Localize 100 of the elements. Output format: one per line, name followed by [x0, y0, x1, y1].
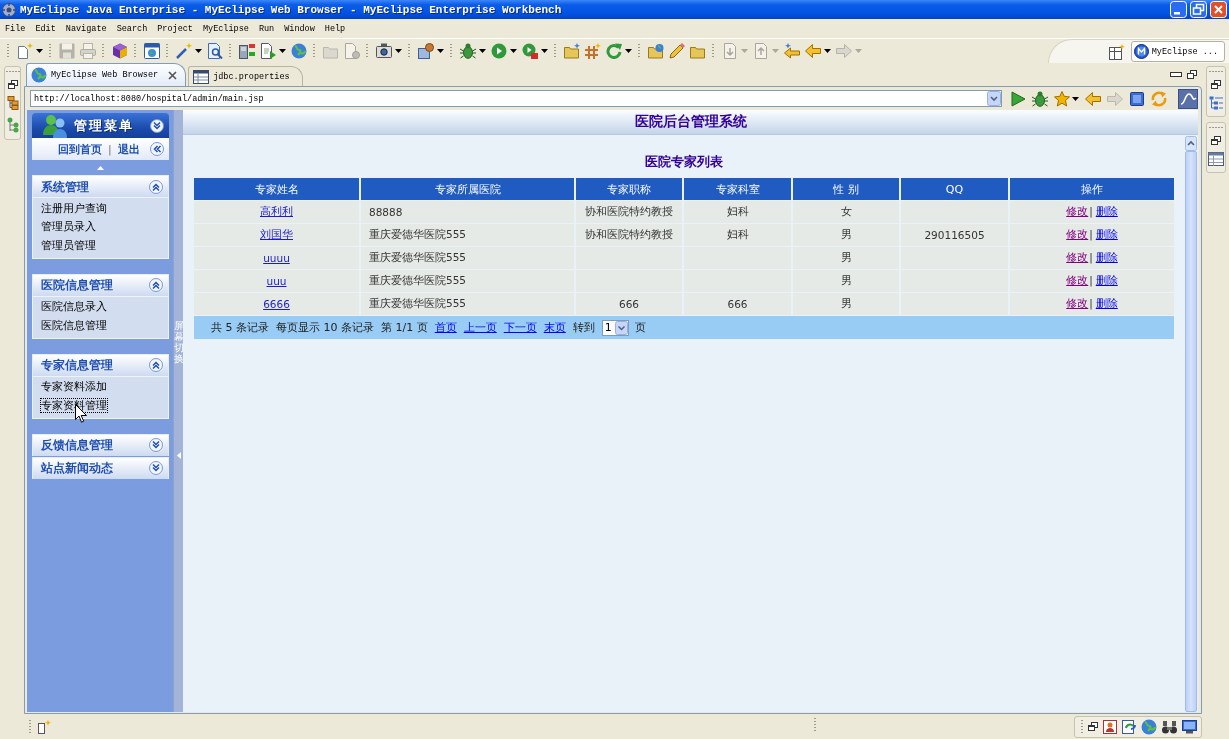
globe-icon[interactable]	[1141, 718, 1157, 735]
open-perspective-icon[interactable]	[1108, 43, 1125, 60]
app-icon[interactable]	[2, 2, 16, 17]
editor-tab[interactable]: jdbc.properties	[188, 66, 303, 86]
page-star-icon[interactable]	[37, 719, 51, 734]
menu-item[interactable]: Run	[253, 23, 280, 34]
delete-link[interactable]: 删除	[1095, 228, 1118, 240]
back-icon[interactable]	[1085, 90, 1101, 107]
menu-item[interactable]: Navigate	[60, 23, 112, 34]
caret-icon[interactable]	[625, 49, 632, 53]
pencil-icon[interactable]	[669, 43, 685, 59]
perspective-button[interactable]: MyEclipse ...	[1130, 41, 1225, 62]
pager-link[interactable]: 上一页	[463, 321, 497, 334]
home-link[interactable]: 回到首页	[58, 141, 102, 157]
play-icon[interactable]	[1010, 90, 1026, 107]
delete-link[interactable]: 删除	[1095, 205, 1118, 217]
restore-icon[interactable]	[1211, 80, 1221, 89]
bug-icon[interactable]	[1032, 90, 1048, 107]
expert-name-link[interactable]: 高利利	[260, 205, 293, 217]
folder-globe-icon[interactable]	[648, 43, 664, 59]
pager-link[interactable]: 末页	[543, 321, 566, 334]
caret-icon[interactable]	[395, 49, 402, 53]
double-chevron-up-icon[interactable]	[149, 179, 163, 194]
new-page-icon[interactable]	[17, 43, 33, 59]
menu-item[interactable]: 管理员录入	[41, 220, 96, 234]
star-icon[interactable]	[1054, 90, 1070, 107]
edit-link[interactable]: 修改	[1066, 205, 1089, 217]
person-card-icon[interactable]	[1103, 719, 1117, 734]
caret-icon[interactable]	[510, 49, 517, 53]
double-chevron-down-icon[interactable]	[150, 118, 164, 133]
double-chevron-left-icon[interactable]	[150, 142, 164, 156]
edit-link[interactable]: 修改	[1066, 228, 1089, 240]
menu-item[interactable]: File	[0, 23, 31, 34]
menu-item[interactable]: 注册用户查询	[41, 201, 107, 215]
cube-icon[interactable]	[112, 43, 128, 59]
close-icon[interactable]	[168, 70, 178, 80]
double-chevron-down-icon[interactable]	[149, 461, 163, 475]
menu-group-header[interactable]: 站点新闻动态	[32, 456, 169, 479]
restore-icon[interactable]	[1211, 136, 1221, 145]
delete-link[interactable]: 删除	[1095, 297, 1118, 309]
stop-icon[interactable]	[1129, 90, 1145, 107]
page-arrow-icon[interactable]	[260, 43, 276, 59]
double-chevron-down-icon[interactable]	[149, 438, 163, 452]
double-chevron-up-icon[interactable]	[149, 278, 163, 292]
editor-tab[interactable]: MyEclipse Web Browser	[26, 63, 187, 86]
wand-icon[interactable]	[176, 43, 192, 59]
back-icon[interactable]	[805, 43, 821, 59]
caret-icon[interactable]	[479, 49, 486, 53]
menu-item[interactable]: 管理员管理	[41, 238, 96, 252]
minimize-icon[interactable]	[1170, 72, 1182, 77]
dropdown-icon[interactable]	[987, 91, 1001, 106]
delete-link[interactable]: 删除	[1095, 251, 1118, 263]
delete-link[interactable]: 删除	[1095, 274, 1118, 286]
menu-group-header[interactable]: 系统管理	[32, 175, 169, 197]
pager-link[interactable]: 首页	[434, 321, 457, 334]
caret-icon[interactable]	[541, 49, 548, 53]
caret-icon[interactable]	[824, 49, 831, 53]
binoculars-icon[interactable]	[1162, 719, 1177, 734]
restore-icon[interactable]	[1088, 722, 1098, 731]
package-icon[interactable]	[418, 43, 434, 59]
menu-item[interactable]: MyEclipse	[197, 23, 254, 34]
expert-name-link[interactable]: uuuu	[263, 252, 290, 264]
edit-link[interactable]: 修改	[1066, 297, 1089, 309]
dropdown-icon[interactable]	[614, 320, 628, 335]
grid-icon[interactable]	[585, 43, 601, 59]
edit-link[interactable]: 修改	[1066, 274, 1089, 286]
run-tool-icon[interactable]	[522, 43, 538, 59]
tree-icon[interactable]	[6, 117, 19, 133]
edit-link[interactable]: 修改	[1066, 251, 1089, 263]
scroll-up-icon[interactable]	[1185, 136, 1197, 151]
caret-icon[interactable]	[1072, 96, 1079, 101]
caret-icon[interactable]	[36, 49, 43, 53]
scrollbar-thumb[interactable]	[1185, 151, 1197, 712]
maximize-icon[interactable]	[1187, 70, 1197, 79]
caret-icon[interactable]	[279, 49, 286, 53]
bug-icon[interactable]	[460, 43, 476, 59]
page-search-icon[interactable]	[207, 43, 223, 59]
menu-item[interactable]: 医院信息录入	[41, 300, 107, 314]
caret-icon[interactable]	[437, 49, 444, 53]
menu-group-header[interactable]: 医院信息管理	[32, 273, 169, 296]
menu-item[interactable]: 专家资料添加	[41, 380, 107, 394]
menu-group-header[interactable]: 反馈信息管理	[32, 433, 169, 456]
menu-item[interactable]: Project	[152, 23, 198, 34]
hierarchy-icon[interactable]	[6, 96, 19, 110]
menu-item[interactable]: 医院信息管理	[41, 318, 107, 332]
page-select[interactable]: 1	[601, 319, 629, 336]
expert-name-link[interactable]: 6666	[263, 298, 290, 310]
menu-item[interactable]: Window	[279, 23, 320, 34]
refresh-page-icon[interactable]	[1122, 719, 1136, 734]
server-icon[interactable]	[239, 43, 255, 59]
restore-icon[interactable]	[7, 80, 18, 89]
monitor-icon[interactable]	[1182, 719, 1197, 734]
table-icon[interactable]	[1208, 152, 1224, 166]
logout-link[interactable]: 退出	[117, 141, 140, 157]
camera-icon[interactable]	[376, 43, 392, 59]
menu-item[interactable]: Search	[111, 23, 153, 34]
triangle-up-icon[interactable]	[97, 165, 104, 170]
browser-window-icon[interactable]	[144, 43, 160, 59]
run-icon[interactable]	[491, 43, 507, 59]
menu-item[interactable]: Edit	[30, 23, 61, 34]
